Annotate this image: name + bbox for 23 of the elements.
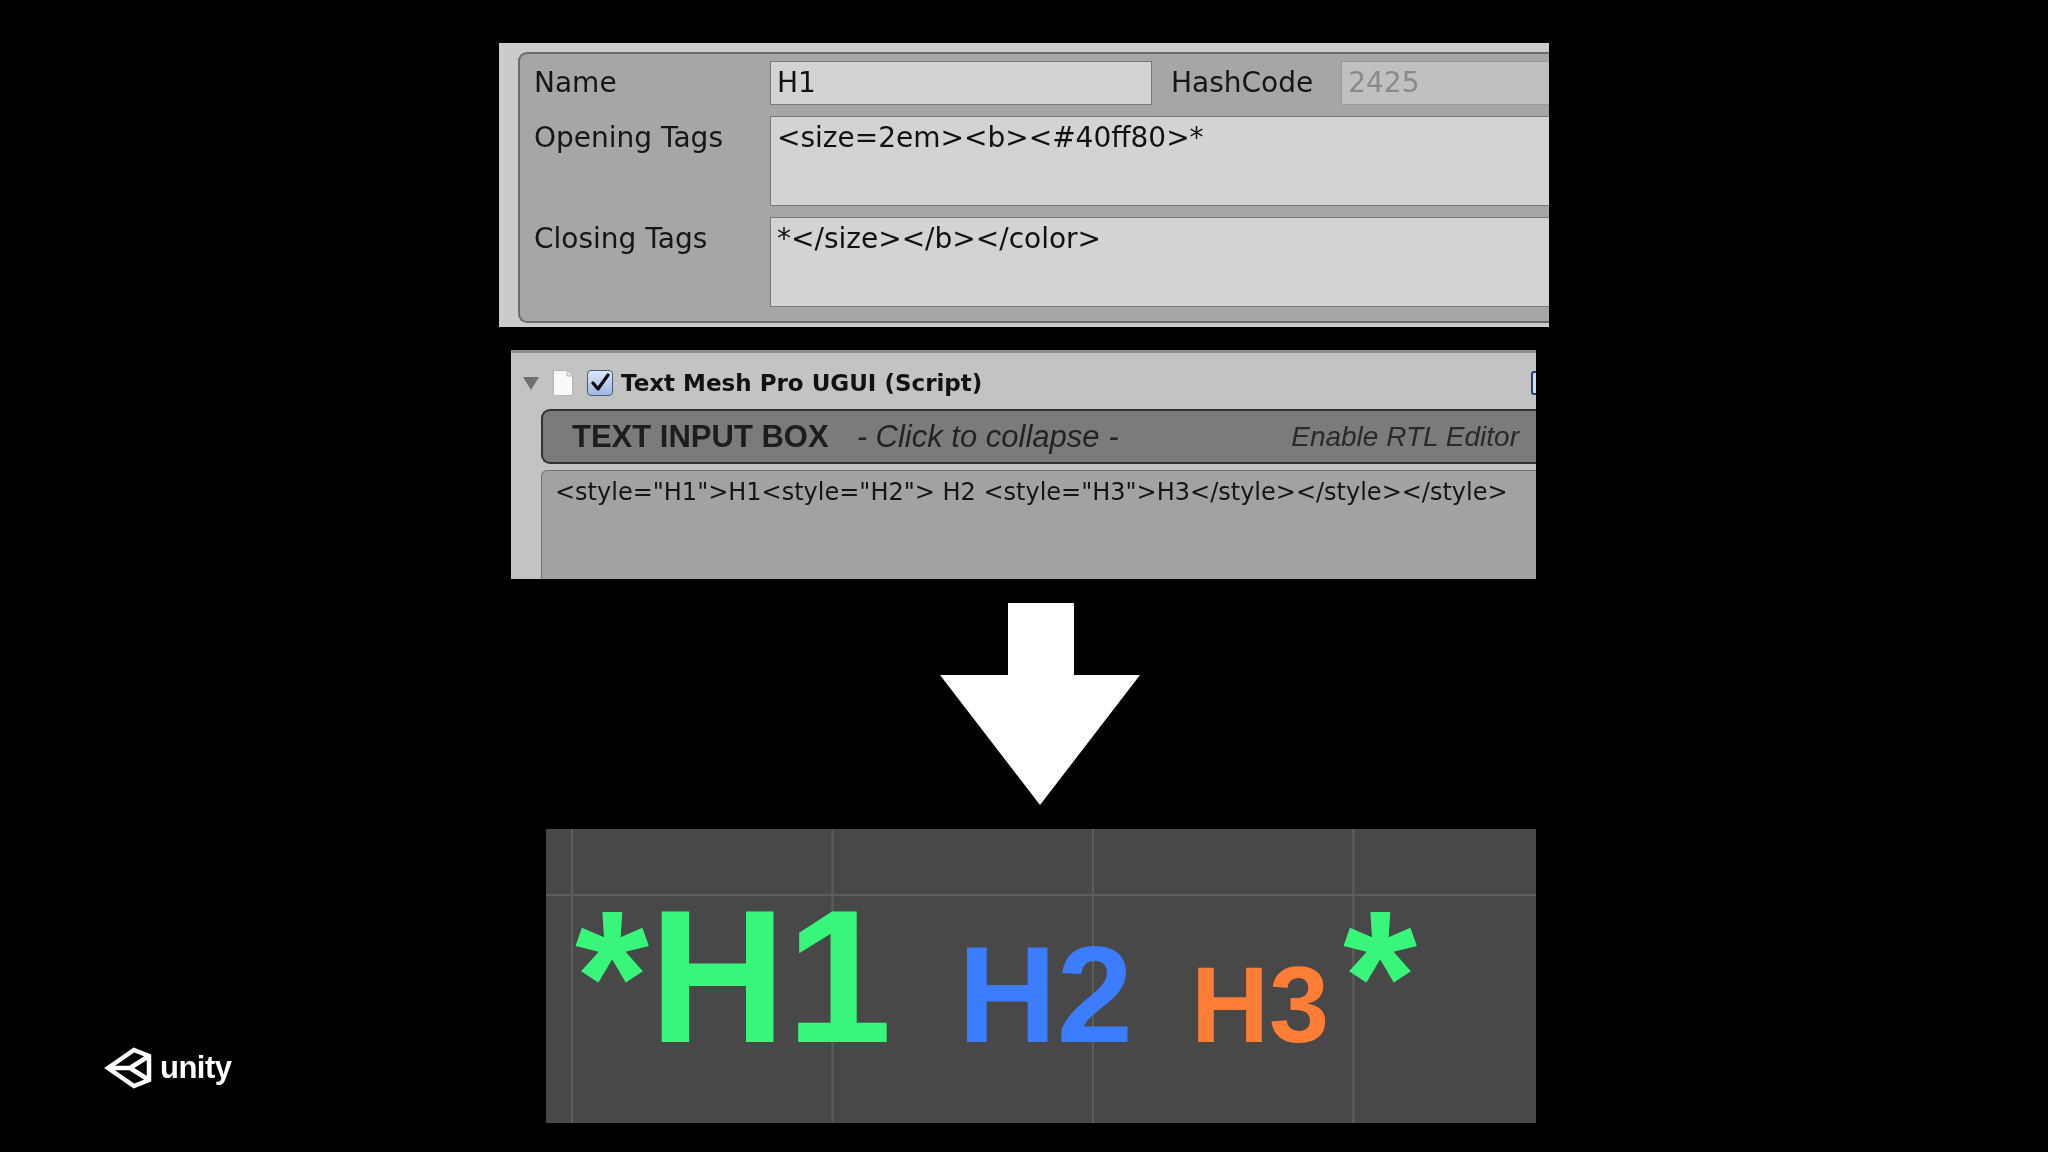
checkbox[interactable] (587, 370, 613, 396)
collapse-hint: - Click to collapse - (856, 418, 1119, 455)
triangle-icon[interactable] (523, 376, 539, 390)
section-header-bar[interactable]: TEXT INPUT BOX - Click to collapse - Enable RTL Editor (541, 409, 1536, 464)
text-input-area[interactable]: <style="H1">H1<style="H2"> H2 <style="H3">H3</style></style></style> (541, 470, 1536, 579)
component-title: Text Mesh Pro UGUI (Script) (621, 370, 983, 396)
text-field[interactable]: <size=2em><b><#40ff80>* (770, 116, 1549, 206)
styled-text: H3 (1190, 951, 1330, 1059)
cube-logo-icon (104, 1046, 152, 1090)
styled-text: * (1343, 881, 1417, 1071)
section-title: TEXT INPUT BOX (572, 418, 829, 455)
field-label: Opening Tags (534, 120, 724, 156)
logo-text: unity (160, 1050, 232, 1086)
field-label: Closing Tags (534, 221, 709, 257)
down-arrow-icon (940, 603, 1140, 805)
text-field[interactable]: H1 (770, 61, 1152, 105)
text-field[interactable]: *</size></b></color> (770, 217, 1549, 307)
field-label: HashCode (1171, 65, 1314, 100)
page-icon (553, 370, 573, 396)
styled-text: *H1 (575, 881, 892, 1071)
partial-icon[interactable] (1531, 371, 1536, 395)
styled-text: H2 (957, 926, 1133, 1063)
field-label: Name (534, 65, 618, 101)
